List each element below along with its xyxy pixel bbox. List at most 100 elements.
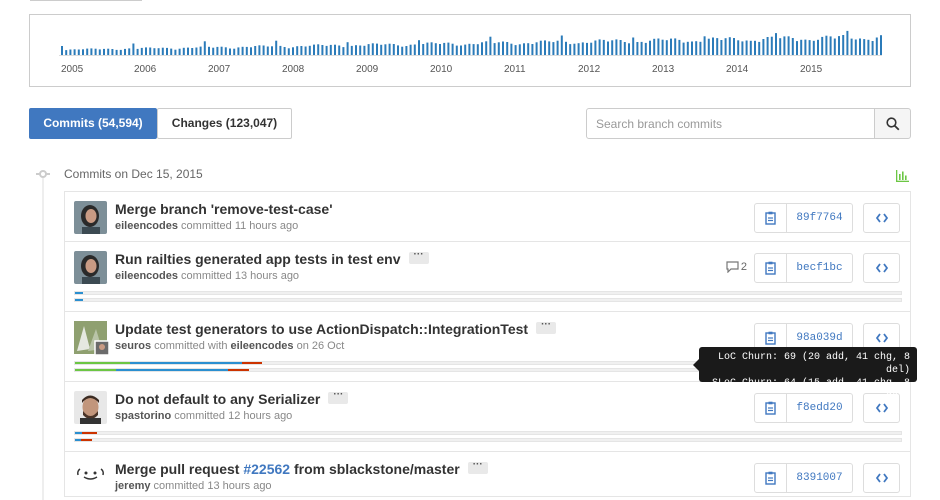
timeline-bar[interactable] [460, 45, 462, 56]
timeline-bar[interactable] [850, 38, 853, 55]
avatar[interactable] [74, 461, 107, 494]
timeline-bar[interactable] [82, 49, 84, 55]
timeline-bar[interactable] [489, 36, 492, 55]
timeline-bar[interactable] [644, 42, 647, 55]
timeline-bar[interactable] [502, 41, 504, 56]
timeline-bar[interactable] [405, 46, 408, 55]
timeline-bar[interactable] [716, 38, 719, 55]
timeline-bar[interactable] [586, 42, 588, 55]
search-button[interactable] [874, 108, 911, 139]
timeline-bar[interactable] [787, 36, 790, 55]
timeline-bar[interactable] [867, 39, 870, 55]
timeline-bar[interactable] [355, 45, 357, 55]
timeline-bar[interactable] [720, 40, 723, 55]
timeline-bar[interactable] [653, 38, 656, 55]
commit-author[interactable]: seuros [115, 340, 151, 352]
timeline-bar[interactable] [817, 39, 819, 55]
timeline-bar[interactable] [250, 47, 252, 55]
commit-sha-link[interactable]: becf1bc [787, 253, 853, 283]
timeline-bar[interactable] [565, 41, 567, 55]
timeline-bar[interactable] [103, 48, 105, 55]
timeline-bar[interactable] [775, 33, 777, 55]
timeline-bar[interactable] [670, 38, 672, 55]
timeline-bar[interactable] [245, 46, 248, 55]
timeline-bar[interactable] [363, 45, 366, 55]
timeline-bar[interactable] [308, 45, 311, 55]
timeline-bar[interactable] [749, 40, 752, 55]
timeline-bar[interactable] [497, 42, 500, 55]
commit-row[interactable]: Merge branch 'remove-test-case' eileenco… [65, 192, 910, 242]
timeline-bar[interactable] [266, 46, 269, 56]
comment-count[interactable]: 2 [726, 261, 747, 273]
timeline-bar[interactable] [346, 42, 349, 55]
commit-author[interactable]: eileencodes [115, 220, 178, 232]
timeline-bar[interactable] [208, 46, 210, 55]
timeline-bar[interactable] [216, 46, 219, 55]
timeline-bar[interactable] [145, 47, 147, 55]
timeline-bar[interactable] [325, 45, 328, 55]
timeline-bar[interactable] [880, 35, 882, 55]
timeline-bar[interactable] [451, 43, 454, 55]
timeline-bar[interactable] [472, 44, 475, 55]
timeline-bar[interactable] [539, 40, 542, 55]
timeline-bar[interactable] [321, 45, 324, 55]
timeline-bar[interactable] [90, 48, 93, 55]
tab-changes[interactable]: Changes (123,047) [157, 108, 292, 139]
avatar[interactable] [74, 201, 107, 234]
timeline-bar[interactable] [632, 37, 635, 56]
timeline-bar[interactable] [485, 41, 488, 55]
timeline-bar[interactable] [170, 48, 173, 55]
timeline-bar[interactable] [136, 48, 139, 55]
timeline-bar[interactable] [707, 38, 710, 55]
timeline-bar[interactable] [418, 40, 420, 55]
timeline-bar[interactable] [350, 45, 353, 55]
timeline-bar[interactable] [283, 47, 286, 55]
timeline-bar[interactable] [808, 40, 811, 55]
expand-message-button[interactable]: ··· [536, 320, 557, 335]
timeline-bar[interactable] [703, 36, 706, 55]
timeline-bar[interactable] [279, 45, 282, 55]
timeline-bar[interactable] [737, 40, 740, 55]
browse-code-button[interactable] [863, 463, 900, 493]
timeline-bar[interactable] [111, 49, 114, 55]
timeline-bar[interactable] [548, 41, 551, 55]
timeline-bar[interactable] [132, 43, 135, 56]
timeline-bar[interactable] [695, 41, 698, 55]
timeline-bar[interactable] [233, 48, 236, 55]
expand-message-button[interactable]: ··· [408, 250, 429, 265]
loc-churn-bar[interactable] [74, 431, 902, 435]
timeline-bar[interactable] [342, 47, 345, 55]
timeline-bar[interactable] [124, 48, 126, 55]
sloc-churn-bar[interactable] [74, 438, 902, 442]
timeline-bar[interactable] [665, 40, 668, 55]
timeline-bar[interactable] [413, 44, 416, 56]
commit-author[interactable]: jeremy [115, 480, 150, 492]
timeline-bar[interactable] [754, 40, 756, 55]
timeline-bar[interactable] [229, 48, 231, 56]
timeline-bar[interactable] [430, 42, 433, 55]
timeline-bar[interactable] [854, 39, 857, 56]
timeline-bar[interactable] [128, 48, 131, 55]
timeline-bar[interactable] [569, 44, 572, 55]
timeline-bar[interactable] [846, 30, 849, 55]
timeline-bar[interactable] [628, 43, 630, 55]
bar-chart-icon[interactable] [896, 170, 909, 182]
timeline-bar[interactable] [296, 46, 299, 55]
timeline-bar[interactable] [833, 38, 836, 56]
timeline-bar[interactable] [770, 36, 773, 55]
timeline-bar[interactable] [203, 41, 206, 55]
timeline-bar[interactable] [98, 49, 101, 55]
commit-sha-link[interactable]: 89f7764 [787, 203, 853, 233]
timeline-bar[interactable] [476, 44, 479, 55]
timeline-bar[interactable] [65, 50, 68, 55]
timeline-bar[interactable] [388, 43, 391, 55]
timeline-bar[interactable] [119, 49, 122, 55]
timeline-bar[interactable] [518, 44, 521, 55]
timeline-bar[interactable] [812, 40, 815, 55]
timeline-bar[interactable] [397, 45, 399, 55]
timeline-bar[interactable] [686, 41, 689, 55]
timeline-bar[interactable] [510, 43, 513, 55]
avatar[interactable] [74, 321, 110, 356]
timeline-bar[interactable] [640, 41, 643, 55]
timeline-bar[interactable] [611, 40, 614, 55]
